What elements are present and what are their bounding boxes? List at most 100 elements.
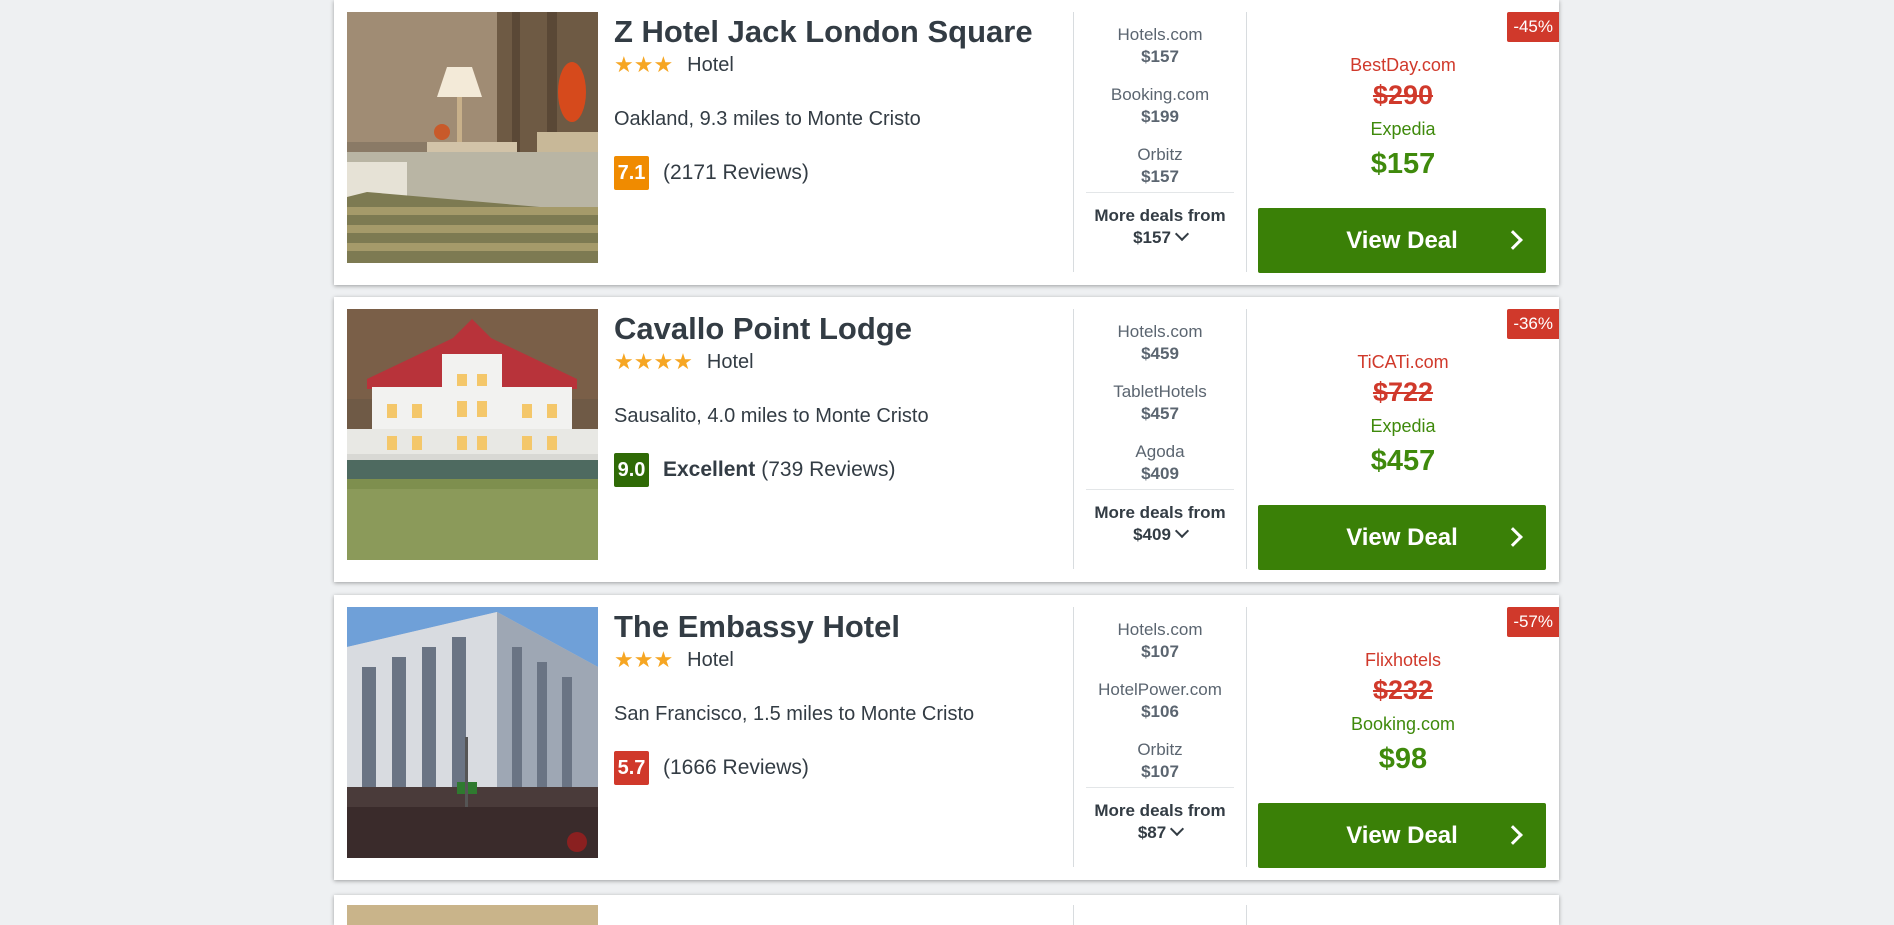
divider (1086, 787, 1234, 788)
divider (1246, 12, 1247, 272)
provider-name: Hotels.com (1117, 25, 1203, 44)
provider-price: $457 (1141, 404, 1179, 423)
divider (1246, 905, 1247, 925)
hotel-type: Hotel (687, 53, 734, 76)
lodge-photo (347, 309, 598, 560)
old-price-source: Flixhotels (1364, 650, 1442, 670)
chevron-down-icon (1174, 523, 1189, 539)
provider-price: $199 (1141, 107, 1179, 126)
provider-price: $106 (1141, 702, 1179, 721)
deal-source: Booking.com (1350, 714, 1456, 734)
old-price-source: TiCATi.com (1357, 352, 1449, 372)
hotel-photo-partial[interactable] (347, 905, 598, 925)
hotel-card[interactable]: Z Hotel Jack London Square ★★★ Hotel Oak… (334, 0, 1559, 285)
more-deals-price: $157 (1133, 228, 1171, 247)
provider-item[interactable]: Hotels.com $157 (1084, 24, 1236, 84)
star-rating-icon: ★★★ (614, 647, 674, 672)
view-deal-button[interactable]: View Deal (1258, 208, 1546, 273)
provider-price: $107 (1141, 762, 1179, 781)
provider-list: Hotels.com $459 TabletHotels $457 Agoda … (1084, 321, 1236, 501)
view-deal-button[interactable]: View Deal (1258, 505, 1546, 570)
hotel-name[interactable]: Z Hotel Jack London Square (614, 14, 1064, 50)
star-rating-icon: ★★★★ (614, 349, 693, 374)
old-price: $722 (1372, 377, 1434, 407)
provider-name: TabletHotels (1113, 382, 1207, 401)
view-deal-button[interactable]: View Deal (1258, 803, 1546, 868)
best-deal: Flixhotels $232 Booking.com $98 (1258, 649, 1548, 777)
review-count[interactable]: (2171 Reviews) (663, 161, 809, 185)
chevron-right-icon (1503, 527, 1523, 547)
divider (1073, 905, 1074, 925)
hotel-card[interactable]: The Embassy Hotel ★★★ Hotel San Francisc… (334, 595, 1559, 880)
discount-badge: -57% (1507, 607, 1559, 637)
chevron-down-icon (1170, 821, 1185, 837)
provider-item[interactable]: Orbitz $107 (1084, 739, 1236, 799)
rating-score-badge: 9.0 (614, 453, 649, 487)
more-deals-label: More deals from (1094, 801, 1226, 820)
rating-score-badge: 7.1 (614, 156, 649, 190)
rating-label: Excellent (663, 458, 756, 481)
deal-price: $98 (1378, 743, 1428, 775)
provider-item[interactable]: HotelPower.com $106 (1084, 679, 1236, 739)
hotel-card[interactable]: Cavallo Point Lodge ★★★★ Hotel Sausalito… (334, 297, 1559, 582)
provider-item[interactable]: Hotels.com $107 (1084, 619, 1236, 679)
more-deals-price: $409 (1133, 525, 1171, 544)
provider-name: Orbitz (1137, 740, 1183, 759)
provider-name: Orbitz (1137, 145, 1183, 164)
provider-name: Hotels.com (1117, 322, 1203, 341)
deal-source: Expedia (1370, 416, 1436, 436)
provider-item[interactable]: Booking.com $199 (1084, 84, 1236, 144)
divider (1086, 489, 1234, 490)
hotel-photo-bedroom[interactable] (347, 12, 598, 263)
more-deals-toggle[interactable]: More deals from $157 (1084, 205, 1236, 249)
divider (1073, 607, 1074, 867)
provider-name: Agoda (1135, 442, 1185, 461)
deal-price: $457 (1370, 445, 1436, 477)
hotel-name[interactable]: Cavallo Point Lodge (614, 311, 1064, 347)
provider-item[interactable]: TabletHotels $457 (1084, 381, 1236, 441)
chevron-right-icon (1503, 825, 1523, 845)
bedroom-photo (347, 12, 598, 263)
chevron-right-icon (1503, 230, 1523, 250)
star-rating-icon: ★★★ (614, 52, 674, 77)
old-price: $290 (1372, 80, 1434, 110)
hotel-photo-building[interactable] (347, 607, 598, 858)
divider (1246, 607, 1247, 867)
divider (1246, 309, 1247, 569)
hotel-type: Hotel (687, 648, 734, 671)
hotel-location: Sausalito, 4.0 miles to Monte Cristo (614, 405, 929, 427)
view-deal-label: View Deal (1346, 821, 1458, 849)
hotel-name[interactable]: The Embassy Hotel (614, 609, 1064, 645)
provider-price: $157 (1141, 47, 1179, 66)
more-deals-label: More deals from (1094, 503, 1226, 522)
more-deals-toggle[interactable]: More deals from $87 (1084, 800, 1236, 844)
old-price: $232 (1372, 675, 1434, 705)
hotel-photo-lodge[interactable] (347, 309, 598, 560)
more-deals-toggle[interactable]: More deals from $409 (1084, 502, 1236, 546)
divider (1073, 12, 1074, 272)
provider-item[interactable]: Agoda $409 (1084, 441, 1236, 501)
hotel-location: San Francisco, 1.5 miles to Monte Cristo (614, 703, 975, 725)
provider-item[interactable]: Orbitz $157 (1084, 144, 1236, 204)
hotel-type: Hotel (706, 350, 754, 373)
view-deal-label: View Deal (1346, 523, 1458, 551)
discount-badge: -36% (1507, 309, 1559, 339)
best-deal: TiCATi.com $722 Expedia $457 (1258, 351, 1548, 479)
provider-name: HotelPower.com (1098, 680, 1222, 699)
review-count[interactable]: (1666 Reviews) (663, 756, 809, 780)
more-deals-price: $87 (1137, 823, 1167, 842)
provider-item[interactable]: Hotels.com $459 (1084, 321, 1236, 381)
provider-price: $459 (1141, 344, 1179, 363)
provider-price: $107 (1141, 642, 1179, 661)
provider-name: Booking.com (1110, 85, 1210, 104)
discount-badge: -45% (1507, 12, 1559, 42)
provider-list: Hotels.com $107 HotelPower.com $106 Orbi… (1084, 619, 1236, 799)
more-deals-label: More deals from (1094, 206, 1226, 225)
hotel-location: Oakland, 9.3 miles to Monte Cristo (614, 108, 921, 130)
rating-score-badge: 5.7 (614, 751, 649, 785)
review-count[interactable]: (739 Reviews) (761, 458, 895, 482)
hotel-card-partial[interactable] (334, 895, 1559, 925)
deal-price: $157 (1370, 148, 1436, 180)
chevron-down-icon (1174, 226, 1189, 242)
deal-source: Expedia (1370, 119, 1436, 139)
